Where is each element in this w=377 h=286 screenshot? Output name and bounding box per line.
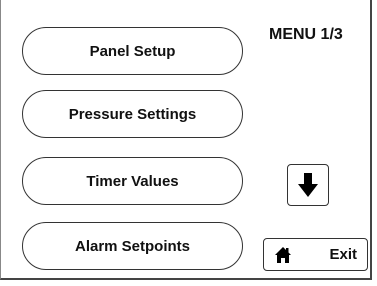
panel-setup-label: Panel Setup xyxy=(89,42,176,60)
home-icon xyxy=(275,247,291,263)
arrow-down-icon xyxy=(298,173,318,197)
timer-values-button[interactable]: Timer Values xyxy=(22,157,243,205)
menu-page-title: MENU 1/3 xyxy=(269,26,343,43)
menu-screen: Panel Setup Pressure Settings Timer Valu… xyxy=(0,0,372,280)
pressure-settings-label: Pressure Settings xyxy=(68,105,197,123)
next-page-button[interactable] xyxy=(287,164,329,206)
exit-label: Exit xyxy=(329,246,357,263)
alarm-setpoints-button[interactable]: Alarm Setpoints xyxy=(22,222,243,270)
panel-setup-button[interactable]: Panel Setup xyxy=(22,27,243,75)
timer-values-label: Timer Values xyxy=(86,172,179,190)
exit-button[interactable]: Exit xyxy=(263,238,368,271)
pressure-settings-button[interactable]: Pressure Settings xyxy=(22,90,243,138)
alarm-setpoints-label: Alarm Setpoints xyxy=(74,237,191,255)
